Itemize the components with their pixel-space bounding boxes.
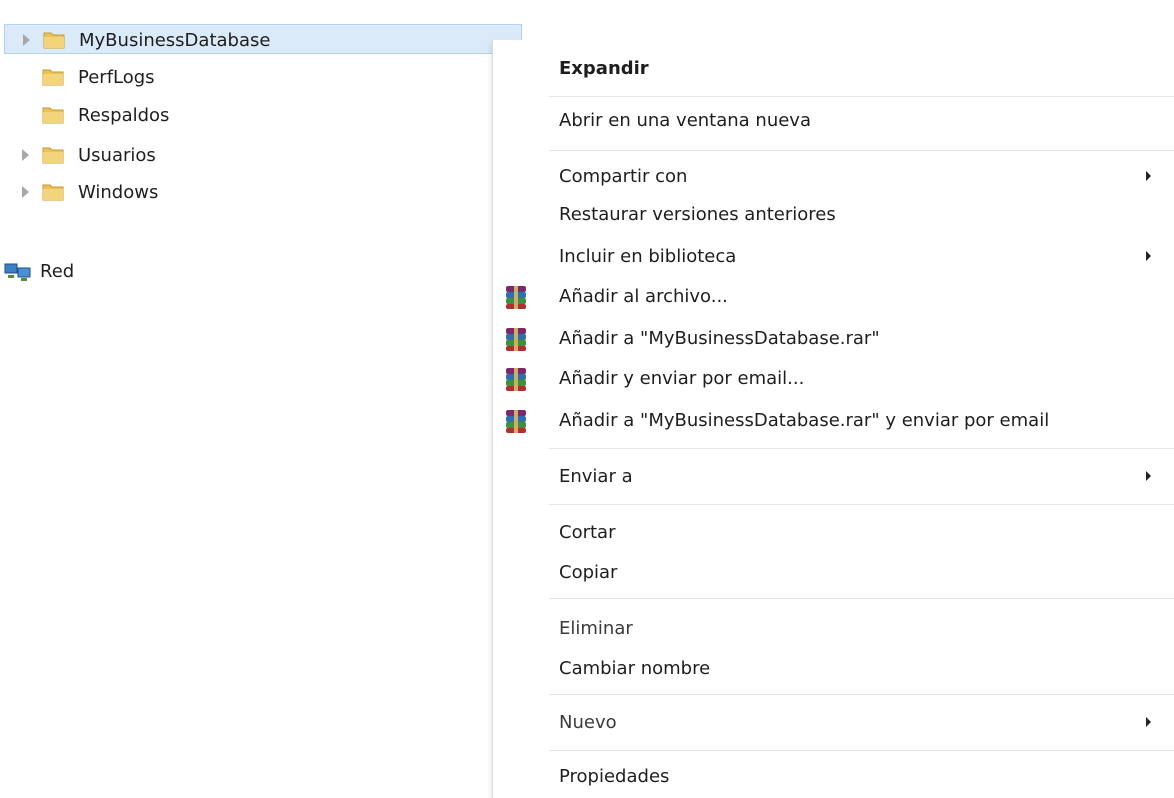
menu-separator [549,448,1174,449]
tree-item-label: Respaldos [78,105,170,126]
navigation-pane: MyBusinessDatabase PerfLogs Respaldos Us… [0,0,530,798]
menu-item-nuevo[interactable]: Nuevo [493,704,1174,742]
menu-item-incluir-en-biblioteca[interactable]: Incluir en biblioteca [493,238,1174,276]
winrar-icon [503,284,529,310]
menu-item-cambiar-nombre[interactable]: Cambiar nombre [493,650,1174,688]
submenu-arrow-icon [1146,251,1151,261]
network-icon [4,262,34,282]
tree-item-label: Usuarios [78,145,156,166]
winrar-icon [503,366,529,392]
tree-item-label: PerfLogs [78,67,155,88]
folder-icon [42,67,64,86]
folder-icon [42,105,64,124]
menu-item-restaurar-versiones[interactable]: Restaurar versiones anteriores [493,196,1174,234]
menu-item-label: Abrir en una ventana nueva [559,110,811,131]
expand-arrow-icon[interactable] [23,34,30,46]
menu-item-label: Cambiar nombre [559,658,711,679]
menu-item-label: Añadir a "MyBusinessDatabase.rar" [559,328,880,349]
winrar-icon [503,408,529,434]
menu-separator [549,504,1174,505]
folder-icon [42,182,64,201]
winrar-icon [503,326,529,352]
submenu-arrow-icon [1146,471,1151,481]
menu-item-compartir-con[interactable]: Compartir con [493,158,1174,196]
menu-item-cortar[interactable]: Cortar [493,514,1174,552]
menu-item-expandir[interactable]: Expandir [493,50,1174,88]
menu-item-label: Nuevo [559,712,617,733]
menu-separator [549,750,1174,751]
menu-item-label: Propiedades [559,766,670,787]
menu-item-label: Eliminar [559,618,633,639]
tree-item-label: Windows [78,182,159,203]
menu-item-propiedades[interactable]: Propiedades [493,758,1174,796]
menu-separator [549,150,1174,151]
expand-arrow-icon[interactable] [22,186,29,198]
folder-icon [43,30,65,49]
tree-item-label: Red [40,261,75,282]
menu-separator [549,694,1174,695]
expand-arrow-icon[interactable] [22,149,29,161]
menu-item-label: Restaurar versiones anteriores [559,204,836,225]
menu-item-label: Cortar [559,522,616,543]
menu-item-label: Copiar [559,562,618,583]
menu-item-abrir-ventana-nueva[interactable]: Abrir en una ventana nueva [493,102,1174,140]
menu-item-label: Añadir a "MyBusinessDatabase.rar" y envi… [559,410,1050,431]
menu-separator [549,96,1174,97]
menu-item-label: Enviar a [559,466,633,487]
menu-separator [549,598,1174,599]
menu-item-anadir-enviar-email[interactable]: Añadir y enviar por email... [493,360,1174,398]
menu-item-label: Añadir al archivo... [559,286,728,307]
menu-item-eliminar[interactable]: Eliminar [493,610,1174,648]
menu-item-label: Incluir en biblioteca [559,246,737,267]
partially-visible-tree-item [40,0,270,8]
tree-item-label: MyBusinessDatabase [79,30,271,51]
menu-item-anadir-a-rar[interactable]: Añadir a "MyBusinessDatabase.rar" [493,320,1174,358]
menu-item-label: Añadir y enviar por email... [559,368,805,389]
menu-item-copiar[interactable]: Copiar [493,554,1174,592]
context-menu: Expandir Abrir en una ventana nueva Comp… [492,40,1174,798]
menu-item-label: Expandir [559,58,649,79]
submenu-arrow-icon [1146,717,1151,727]
submenu-arrow-icon [1146,171,1151,181]
menu-item-anadir-al-archivo[interactable]: Añadir al archivo... [493,278,1174,316]
menu-item-enviar-a[interactable]: Enviar a [493,458,1174,496]
menu-item-label: Compartir con [559,166,688,187]
folder-icon [42,145,64,164]
tree-item-mybusinessdatabase[interactable]: MyBusinessDatabase [4,24,522,54]
menu-item-anadir-rar-enviar-email[interactable]: Añadir a "MyBusinessDatabase.rar" y envi… [493,402,1174,440]
